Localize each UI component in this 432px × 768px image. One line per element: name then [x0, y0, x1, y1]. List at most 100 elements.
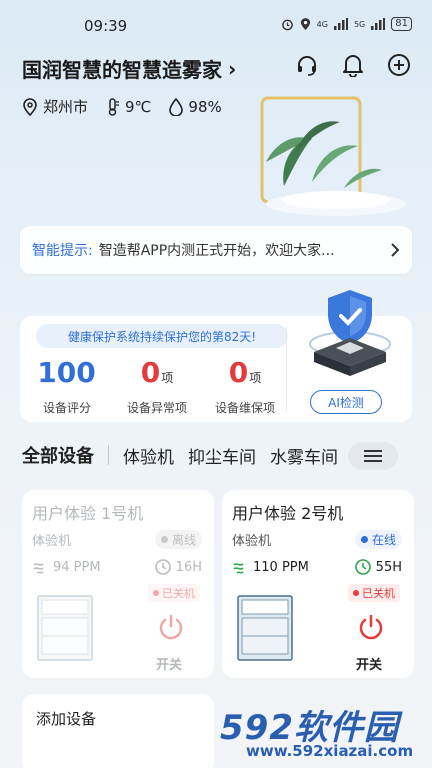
add-button[interactable] [386, 52, 412, 78]
hero-illustration [226, 92, 416, 222]
weather-humidity: 98% [169, 97, 222, 116]
device-ppm: 94 PPM [32, 560, 101, 575]
ai-check-button[interactable]: AI检测 [310, 390, 382, 414]
bell-icon [343, 55, 363, 77]
clock-icon [354, 559, 371, 575]
signal-icon-2 [371, 18, 386, 30]
device-name: 用户体验 2号机 [232, 504, 344, 523]
status-time: 09:39 [84, 17, 128, 35]
stat-unit: 项 [161, 371, 174, 385]
status-badge: 离线 [154, 530, 202, 549]
headset-icon [298, 56, 316, 76]
device-type: 体验机 [232, 534, 272, 549]
power-state-dot [353, 590, 359, 596]
hours-value: 16H [175, 559, 202, 575]
fan-icon [233, 562, 244, 574]
power-state-badge: 已关机 [148, 584, 200, 602]
ppm-value: 110 PPM [253, 560, 309, 575]
health-banner: 健康保护系统持续保护您的第82天! [36, 324, 288, 348]
battery-indicator: 81 [391, 17, 412, 31]
device-image [36, 594, 94, 662]
divider [286, 326, 287, 412]
tabs-menu-button[interactable] [348, 442, 398, 470]
power-button[interactable] [156, 612, 186, 642]
stat-caption: 设备评分 [42, 401, 91, 415]
signal-icon [333, 18, 348, 30]
status-text: 离线 [171, 533, 196, 547]
chevron-right-icon [391, 243, 400, 257]
droplet-icon [169, 97, 184, 116]
stat-unit: 项 [249, 371, 262, 385]
device-hours: 55H [354, 558, 402, 576]
power-state-dot [153, 590, 159, 596]
notifications-button[interactable] [340, 52, 366, 78]
add-device-label: 添加设备 [36, 710, 97, 728]
status-bar: 09:39 4G 5G 81 [0, 0, 432, 40]
status-badge: 在线 [354, 530, 402, 549]
header-actions [294, 52, 412, 78]
alarm-icon [281, 19, 293, 30]
device-hours: 16H [154, 558, 202, 576]
device-tabs: 全部设备 体验机 抑尘车间 水雾车间 … [22, 442, 383, 468]
power-icon [359, 614, 383, 640]
tab-experience[interactable]: 体验机 [123, 443, 174, 468]
power-label: 开关 [356, 658, 383, 673]
device-name: 用户体验 1号机 [32, 504, 144, 523]
clock-icon [154, 559, 171, 575]
health-card: 健康保护系统持续保护您的第82天! 100 设备评分 0项 设备异常项 0项 设… [20, 290, 412, 422]
stat-value: 100 [37, 356, 96, 389]
chevron-right-icon: › [228, 56, 237, 81]
status-dot [360, 536, 368, 543]
weather-temperature: 9℃ [106, 98, 151, 116]
device-card[interactable]: 用户体验 1号机 体验机 离线 94 PPM 16H 已关机 开关 [22, 490, 214, 678]
device-card[interactable]: 用户体验 2号机 体验机 在线 110 PPM 55H 已关机 开关 [222, 490, 414, 678]
home-title-text: 国润智慧的智慧造雾家 [22, 58, 222, 82]
stat-value: 0 [228, 356, 249, 389]
power-button[interactable] [356, 612, 386, 642]
humidity-label: 98% [188, 97, 222, 116]
watermark: 592软件园 www.592xiazai.com [216, 700, 432, 768]
smart-notice[interactable]: 智能提示: 智造帮APP内测正式开始，欢迎大家... [20, 226, 412, 274]
stat-caption: 设备维保项 [214, 401, 275, 415]
notice-label: 智能提示: [32, 243, 93, 259]
support-button[interactable] [294, 52, 320, 78]
tab-separator [108, 445, 109, 465]
power-state-text: 已关机 [362, 587, 395, 600]
tab-mist-workshop[interactable]: 水雾车间 [270, 443, 338, 468]
menu-icon [364, 450, 382, 462]
power-state-badge: 已关机 [348, 584, 400, 602]
power-icon [159, 614, 183, 640]
location-status-icon [300, 17, 310, 30]
fan-icon [33, 562, 44, 574]
add-device-card[interactable]: 添加设备 [22, 694, 214, 768]
stat-value: 0 [140, 356, 161, 389]
notice-text: 智造帮APP内测正式开始，欢迎大家... [98, 243, 335, 259]
weather-city: 郑州市 [22, 96, 88, 117]
hours-value: 55H [375, 559, 402, 575]
temperature-label: 9℃ [125, 97, 152, 116]
shield-device-illustration [300, 286, 400, 382]
home-title[interactable]: 国润智慧的智慧造雾家 › [22, 54, 236, 83]
plus-circle-icon [388, 54, 410, 76]
stat-maintenance[interactable]: 0项 设备维保项 [200, 356, 290, 416]
status-dot [160, 536, 168, 543]
signal-b-label: 5G [353, 19, 366, 29]
city-label: 郑州市 [43, 98, 89, 116]
watermark-url: www.592xiazai.com [246, 742, 414, 760]
stat-caption: 设备异常项 [126, 401, 187, 415]
status-text: 在线 [371, 533, 396, 547]
device-type: 体验机 [32, 534, 72, 549]
ppm-value: 94 PPM [53, 560, 101, 575]
stat-device-score[interactable]: 100 设备评分 [22, 356, 112, 416]
tab-dust-workshop[interactable]: 抑尘车间 [188, 443, 256, 468]
power-state-text: 已关机 [162, 587, 195, 600]
location-icon [23, 97, 37, 116]
signal-a-label: 4G [316, 19, 328, 29]
status-icons: 4G 5G 81 [281, 17, 412, 31]
stat-abnormal[interactable]: 0项 设备异常项 [112, 356, 202, 416]
power-label: 开关 [156, 658, 183, 673]
tab-all-devices[interactable]: 全部设备 [22, 442, 94, 468]
device-ppm: 110 PPM [232, 560, 309, 575]
weather-row: 郑州市 9℃ 98% [22, 96, 232, 117]
device-image [236, 594, 294, 662]
